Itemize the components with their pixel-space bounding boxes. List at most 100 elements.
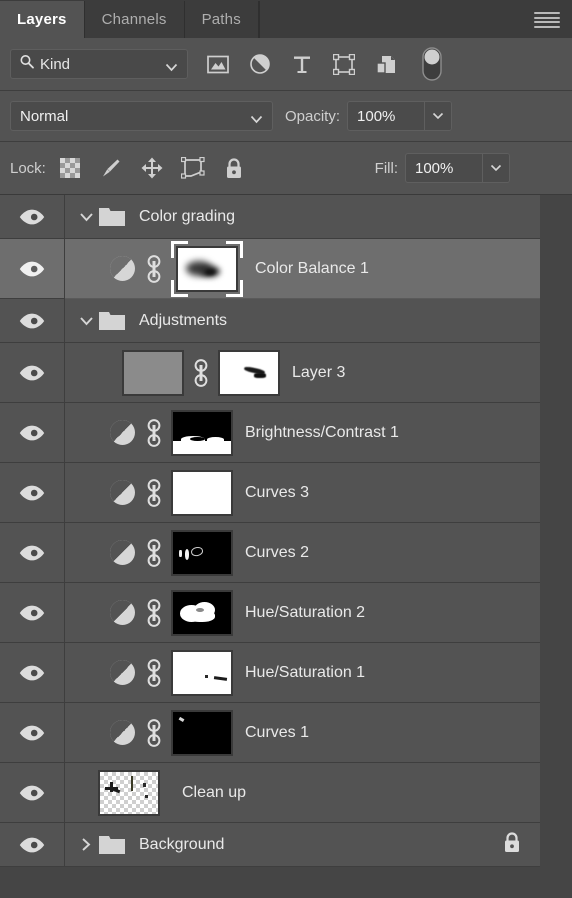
layer-row-body[interactable]: Hue/Saturation 2 (65, 583, 540, 643)
layer-visibility-toggle[interactable] (0, 643, 65, 703)
table-row[interactable]: Brightness/Contrast 1 (0, 403, 572, 463)
layer-mask-link-icon[interactable] (141, 254, 167, 284)
layer-row-body[interactable]: Layer 3 (65, 343, 540, 403)
type-layer-filter-icon[interactable] (290, 52, 314, 76)
layer-row-body[interactable]: Clean up (65, 763, 540, 823)
table-row[interactable]: Background (0, 823, 572, 867)
layer-row-body[interactable]: Hue/Saturation 1 (65, 643, 540, 703)
layer-row-body[interactable]: Curves 1 (65, 703, 540, 763)
layer-name: Curves 2 (245, 543, 310, 561)
table-row[interactable]: Hue/Saturation 1 (0, 643, 572, 703)
layer-visibility-toggle[interactable] (0, 763, 65, 823)
lock-label: Lock: (10, 159, 46, 177)
tab-paths[interactable]: Paths (184, 1, 259, 38)
panel-menu-icon[interactable] (534, 12, 560, 28)
tab-layers[interactable]: Layers (0, 1, 85, 38)
layer-row-body[interactable]: Curves 3 (65, 463, 540, 523)
layer-mask-thumbnail[interactable] (218, 349, 280, 396)
layer-row-body[interactable]: Brightness/Contrast 1 (65, 403, 540, 463)
layer-thumbnail[interactable] (122, 349, 184, 396)
opacity-stepper-chevron-down-icon[interactable] (424, 102, 452, 130)
table-row[interactable]: Color grading (0, 195, 572, 239)
lock-all-icon[interactable] (222, 156, 246, 180)
folder-icon (97, 310, 127, 332)
layer-visibility-toggle[interactable] (0, 823, 65, 867)
layer-filter-bar: Kind (0, 38, 572, 91)
chevron-down-icon[interactable] (75, 316, 97, 326)
layer-row-body[interactable]: Color grading (65, 195, 540, 239)
layer-mask-thumbnail[interactable] (171, 469, 233, 516)
layer-visibility-toggle[interactable] (0, 195, 65, 239)
adjustment-layer-icon (107, 480, 137, 505)
blend-mode-select[interactable]: Normal (10, 101, 273, 131)
layer-name: Color Balance 1 (255, 259, 369, 277)
fill-value[interactable]: 100% (406, 154, 482, 182)
table-row[interactable]: Curves 3 (0, 463, 572, 523)
layer-name: Hue/Saturation 2 (245, 603, 366, 621)
layer-row-body[interactable]: Color Balance 1 (65, 239, 540, 299)
layer-name: Clean up (182, 783, 247, 801)
layer-mask-link-icon[interactable] (141, 598, 167, 628)
chevron-down-icon[interactable] (75, 212, 97, 222)
layer-mask-thumbnail[interactable] (171, 240, 243, 297)
filter-toggle-switch[interactable] (420, 47, 444, 81)
layer-mask-thumbnail[interactable] (171, 709, 233, 756)
tab-channels-label: Channels (101, 11, 167, 28)
layer-mask-link-icon[interactable] (141, 478, 167, 508)
padlock-icon[interactable] (502, 831, 522, 859)
menu-line (534, 12, 560, 14)
layer-row-body[interactable]: Curves 2 (65, 523, 540, 583)
layer-visibility-toggle[interactable] (0, 703, 65, 763)
layer-name: Hue/Saturation 1 (245, 663, 366, 681)
lock-transparent-pixels-icon[interactable] (58, 156, 82, 180)
blend-mode-value: Normal (20, 107, 69, 125)
eye-visibility-icon (19, 425, 45, 440)
layer-mask-thumbnail[interactable] (171, 529, 233, 576)
opacity-field[interactable]: 100% (347, 101, 453, 131)
layer-visibility-toggle[interactable] (0, 343, 65, 403)
layer-thumbnail[interactable] (98, 769, 160, 816)
tab-channels[interactable]: Channels (84, 1, 185, 38)
layer-visibility-toggle[interactable] (0, 523, 65, 583)
layer-mask-link-icon[interactable] (141, 538, 167, 568)
layer-visibility-toggle[interactable] (0, 463, 65, 523)
layer-mask-thumbnail[interactable] (171, 589, 233, 636)
opacity-value[interactable]: 100% (348, 102, 424, 130)
eye-visibility-icon (19, 209, 45, 224)
layer-list-scrollbar[interactable] (540, 195, 572, 898)
fill-stepper-chevron-down-icon[interactable] (482, 154, 509, 182)
shape-layer-filter-icon[interactable] (332, 52, 356, 76)
layer-list[interactable]: Color grading Color Balance 1 Adjustment… (0, 195, 572, 898)
smart-object-filter-icon[interactable] (374, 52, 398, 76)
layer-visibility-toggle[interactable] (0, 403, 65, 463)
layer-visibility-toggle[interactable] (0, 299, 65, 343)
table-row[interactable]: Layer 3 (0, 343, 572, 403)
pixel-layer-filter-icon[interactable] (206, 52, 230, 76)
lock-image-pixels-icon[interactable] (99, 156, 123, 180)
lock-artboard-nesting-icon[interactable] (180, 156, 205, 180)
layer-mask-thumbnail[interactable] (171, 409, 233, 456)
layer-mask-link-icon[interactable] (188, 358, 214, 388)
folder-icon (97, 834, 127, 856)
lock-position-icon[interactable] (140, 156, 164, 180)
layer-mask-thumbnail[interactable] (171, 649, 233, 696)
table-row[interactable]: Adjustments (0, 299, 572, 343)
fill-field[interactable]: 100% (405, 153, 510, 183)
layer-mask-link-icon[interactable] (141, 718, 167, 748)
layer-visibility-toggle[interactable] (0, 583, 65, 643)
layer-row-body[interactable]: Background (65, 823, 540, 867)
table-row[interactable]: Clean up (0, 763, 572, 823)
table-row[interactable]: Curves 2 (0, 523, 572, 583)
layer-mask-link-icon[interactable] (141, 418, 167, 448)
table-row[interactable]: Hue/Saturation 2 (0, 583, 572, 643)
layer-name: Color grading (139, 207, 236, 225)
mask-active-bracket (226, 279, 243, 297)
layer-mask-link-icon[interactable] (141, 658, 167, 688)
layer-row-body[interactable]: Adjustments (65, 299, 540, 343)
table-row[interactable]: Curves 1 (0, 703, 572, 763)
chevron-right-icon[interactable] (75, 837, 97, 852)
adjustment-layer-filter-icon[interactable] (248, 52, 272, 76)
filter-kind-select[interactable]: Kind (10, 49, 188, 79)
table-row[interactable]: Color Balance 1 (0, 239, 572, 299)
layer-visibility-toggle[interactable] (0, 239, 65, 299)
